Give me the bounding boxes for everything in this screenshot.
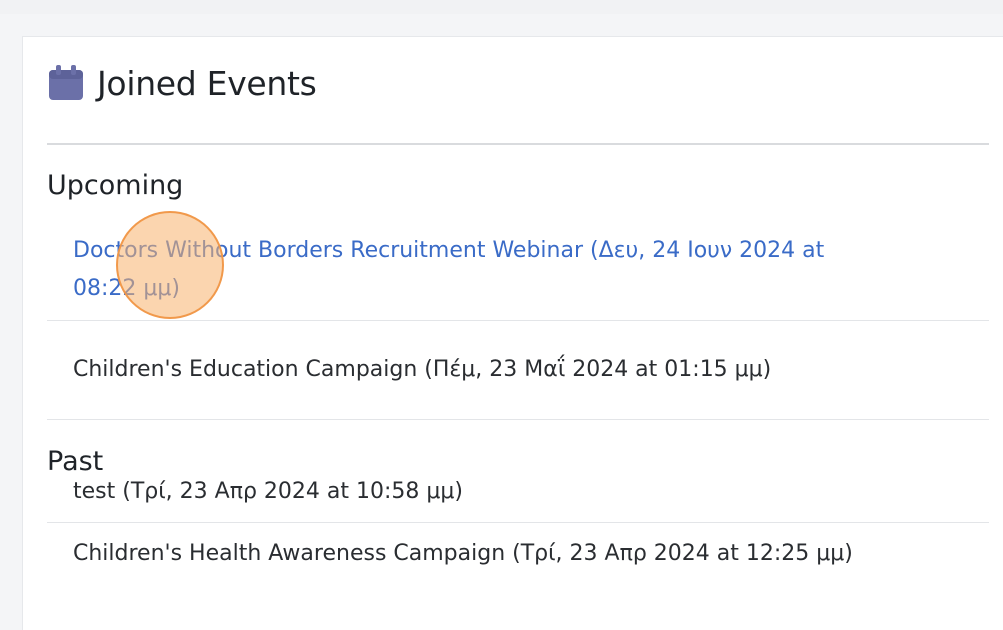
joined-events-card: Joined Events Upcoming Doctors Without B… [22, 36, 1003, 630]
event-item-test[interactable]: test (Τρί, 23 Απρ 2024 at 10:58 μμ) [47, 473, 989, 523]
event-text: test (Τρί, 23 Απρ 2024 at 10:58 μμ) [73, 479, 463, 504]
divider [47, 419, 989, 420]
header-divider [47, 143, 989, 145]
page-title: Joined Events [97, 63, 317, 103]
top-bar [0, 0, 1003, 14]
event-text-line2: 08:22 μμ) [73, 276, 180, 301]
divider [47, 522, 989, 523]
event-text: Children's Health Awareness Campaign (Τρ… [73, 541, 853, 566]
event-text: Children's Education Campaign (Πέμ, 23 Μ… [73, 357, 772, 382]
divider [47, 320, 989, 321]
event-item-childrens-health[interactable]: Children's Health Awareness Campaign (Τρ… [47, 535, 989, 585]
event-item-doctors-webinar[interactable]: Doctors Without Borders Recruitment Webi… [47, 232, 989, 322]
calendar-icon [47, 64, 85, 102]
section-title-upcoming: Upcoming [47, 170, 184, 201]
event-text-line1: Doctors Without Borders Recruitment Webi… [73, 238, 825, 263]
card-header: Joined Events [47, 59, 317, 107]
event-item-childrens-education[interactable]: Children's Education Campaign (Πέμ, 23 Μ… [47, 351, 989, 401]
